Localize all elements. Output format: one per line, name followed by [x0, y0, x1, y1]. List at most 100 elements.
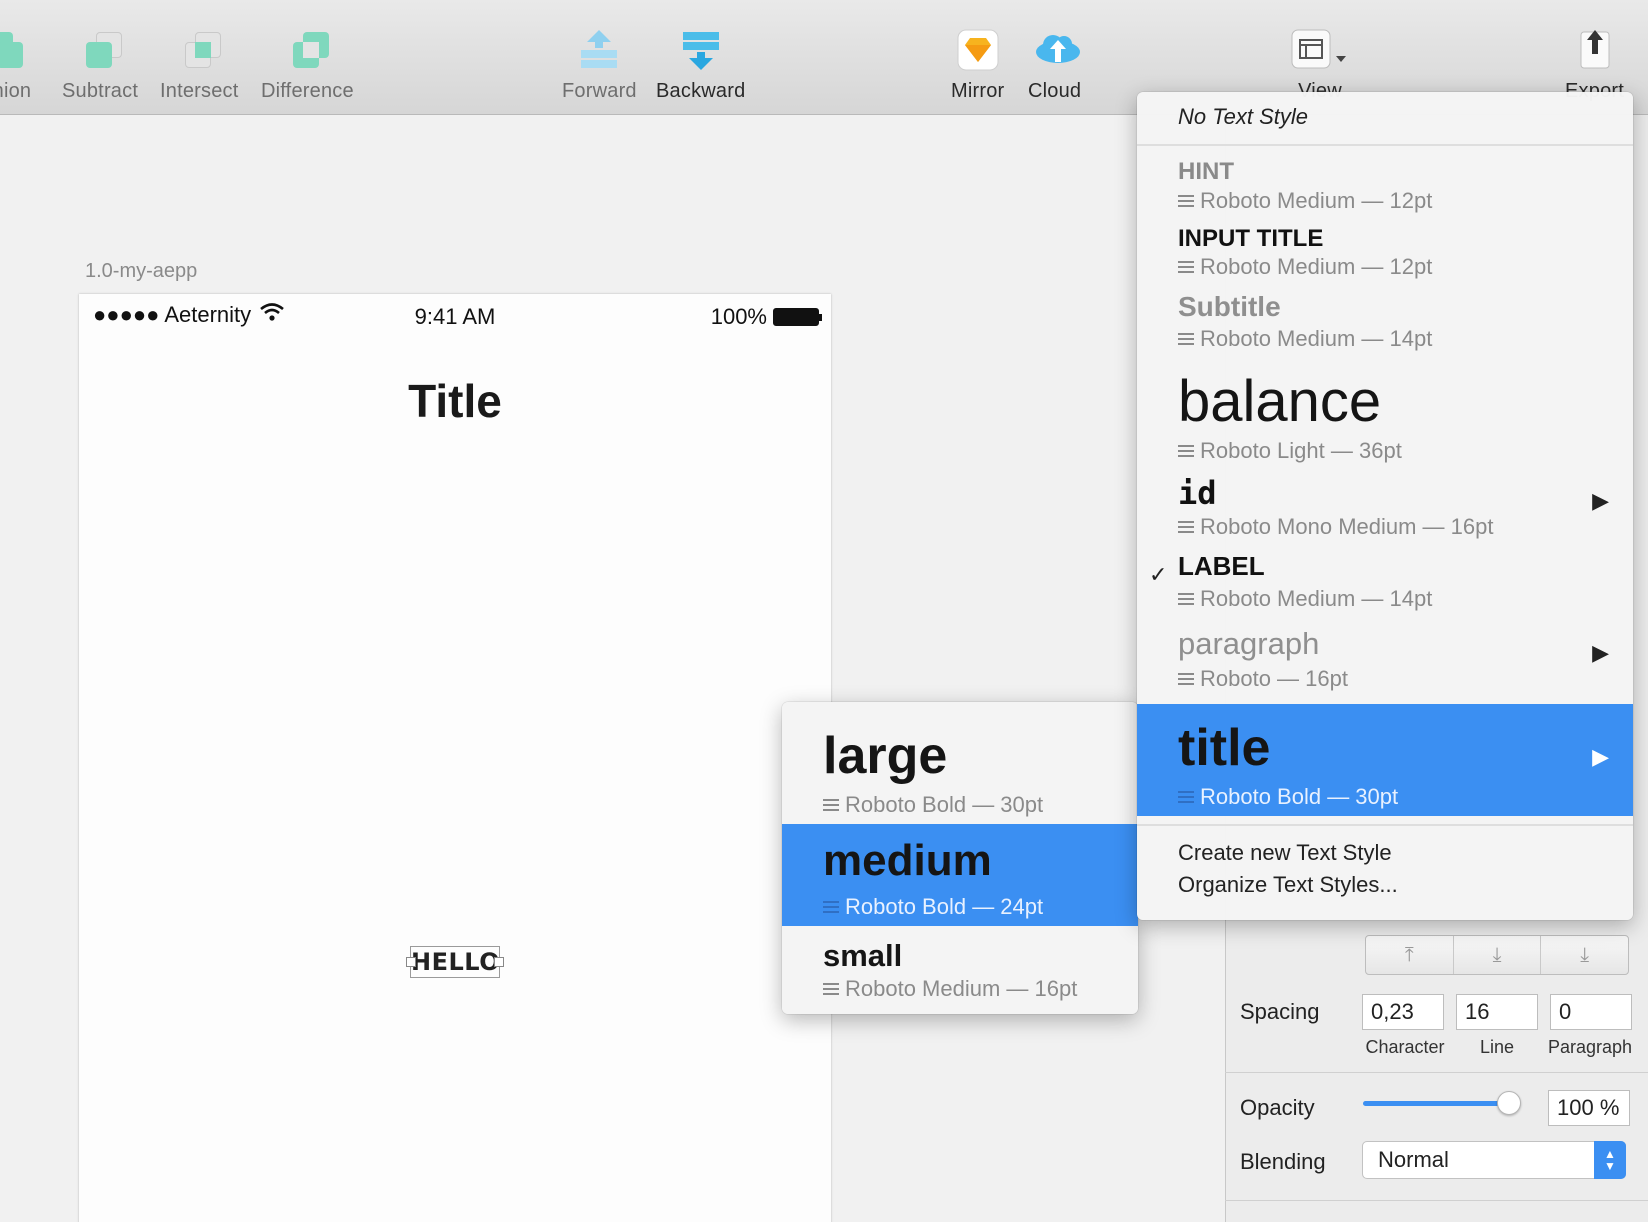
intersect-button[interactable]: Intersect — [160, 28, 239, 103]
align-middle-icon: ⤓ — [1492, 943, 1502, 966]
line-label: Line — [1479, 1037, 1515, 1057]
cloud-label: Cloud — [1028, 80, 1082, 102]
hello-text: HELLO — [411, 948, 501, 976]
menu-item-label: large — [823, 727, 948, 785]
subtract-label: Subtract — [62, 80, 139, 102]
title-style-submenu: large Roboto Bold — 30pt medium Roboto B… — [782, 702, 1138, 1014]
cloud-button[interactable]: Cloud — [1028, 28, 1081, 103]
difference-button[interactable]: Difference — [261, 28, 354, 103]
menu-item-organize-text-styles[interactable]: Organize Text Styles... — [1137, 870, 1633, 902]
menu-item-balance[interactable]: balance Roboto Light — 36pt — [1137, 360, 1633, 470]
align-top-icon: ⤒ — [1404, 943, 1414, 966]
menu-item-title[interactable]: title Roboto Bold — 30pt ▶ — [1137, 704, 1633, 816]
menu-item-meta: Roboto Bold — 30pt — [823, 792, 1043, 818]
submenu-item-small[interactable]: small Roboto Medium — 16pt — [782, 926, 1138, 1014]
subtract-icon — [78, 28, 123, 72]
cloud-icon — [1033, 28, 1080, 72]
text-style-menu: No Text Style HINT Roboto Medium — 12pt … — [1137, 92, 1633, 920]
menu-item-meta: Roboto Bold — 30pt — [1178, 784, 1398, 810]
difference-label: Difference — [261, 80, 354, 102]
export-button[interactable]: Export — [1565, 28, 1624, 102]
opacity-slider[interactable] — [1363, 1101, 1513, 1106]
battery-icon — [773, 308, 822, 326]
submenu-arrow-icon: ▶ — [1592, 640, 1609, 665]
menu-item-label: Create new Text Style — [1178, 840, 1392, 865]
menu-item-subtitle[interactable]: Subtitle Roboto Medium — 14pt — [1137, 288, 1633, 360]
menu-item-meta: Roboto Medium — 12pt — [1178, 188, 1432, 214]
artboard-title-text[interactable]: Title — [79, 374, 831, 428]
menu-item-label: balance — [1178, 369, 1382, 434]
difference-icon — [285, 28, 330, 72]
menu-item-label: Subtitle — [1178, 291, 1281, 322]
intersect-label: Intersect — [160, 80, 239, 102]
blending-select[interactable]: Normal ▲ ▼ — [1362, 1141, 1626, 1179]
line-spacing-field[interactable]: 16 — [1456, 994, 1538, 1030]
align-top-button[interactable]: ⤒ — [1366, 936, 1454, 974]
opacity-field[interactable]: 100 % — [1548, 1090, 1630, 1126]
artboard-name[interactable]: 1.0-my-aepp — [85, 260, 197, 283]
view-button[interactable]: View — [1290, 28, 1350, 102]
text-align-icon — [1178, 791, 1194, 803]
text-align-icon — [1178, 521, 1194, 533]
text-align-icon — [823, 901, 839, 913]
menu-item-create-text-style[interactable]: Create new Text Style — [1137, 838, 1633, 870]
menu-item-label: No Text Style — [1178, 104, 1309, 129]
backward-button[interactable]: Backward — [656, 28, 745, 103]
align-middle-button[interactable]: ⤓ — [1454, 936, 1542, 974]
opacity-label: Opacity — [1240, 1095, 1315, 1120]
menu-item-label: title — [1178, 719, 1271, 777]
paragraph-label: Paragraph — [1547, 1037, 1633, 1057]
submenu-arrow-icon: ▶ — [1592, 744, 1609, 769]
battery-percent: 100% — [710, 304, 767, 329]
character-spacing-field[interactable]: 0,23 — [1362, 994, 1444, 1030]
view-icon — [1290, 28, 1350, 72]
subtract-button[interactable]: Subtract — [62, 28, 138, 103]
menu-item-meta: Roboto — 16pt — [1178, 666, 1348, 692]
menu-item-label: Organize Text Styles... — [1178, 872, 1398, 897]
artboard[interactable]: ●●●●● Aeternity 9:41 AM 100% Title HELLO — [79, 294, 831, 1222]
menu-item-meta: Roboto Mono Medium — 16pt — [1178, 514, 1494, 540]
menu-item-meta: Roboto Medium — 12pt — [1178, 254, 1432, 280]
hello-text-layer[interactable]: HELLO — [406, 946, 504, 978]
menu-item-meta: Roboto Medium — 14pt — [1178, 326, 1432, 352]
divider — [1225, 1072, 1648, 1073]
battery-indicator: 100% — [710, 304, 822, 330]
text-align-icon — [823, 799, 839, 811]
resize-handle-left[interactable] — [406, 957, 416, 967]
blending-label: Blending — [1240, 1149, 1326, 1174]
menu-item-input-title[interactable]: INPUT TITLE Roboto Medium — 12pt — [1137, 222, 1633, 288]
resize-handle-right[interactable] — [494, 957, 504, 967]
menu-item-hint[interactable]: HINT Roboto Medium — 12pt — [1137, 156, 1633, 222]
submenu-arrow-icon: ▶ — [1592, 488, 1609, 513]
menu-item-label: HINT — [1178, 158, 1234, 185]
submenu-item-large[interactable]: large Roboto Bold — 30pt — [782, 702, 1138, 824]
menu-item-id[interactable]: id Roboto Mono Medium — 16pt ▶ — [1137, 470, 1633, 548]
intersect-icon — [177, 28, 222, 72]
forward-button[interactable]: Forward — [562, 28, 637, 103]
submenu-item-medium[interactable]: medium Roboto Bold — 24pt — [782, 824, 1138, 926]
vertical-align-group: ⤒ ⤓ ⤓ — [1365, 935, 1629, 975]
mirror-label: Mirror — [951, 80, 1005, 102]
menu-separator — [1137, 144, 1633, 146]
menu-item-label: medium — [823, 836, 992, 885]
divider — [1225, 1200, 1648, 1201]
align-bottom-button[interactable]: ⤓ — [1541, 936, 1628, 974]
menu-item-label-style[interactable]: ✓ LABEL Roboto Medium — 14pt — [1137, 548, 1633, 620]
text-align-icon — [1178, 593, 1194, 605]
paragraph-spacing-field[interactable]: 0 — [1550, 994, 1632, 1030]
mirror-button[interactable]: Mirror — [951, 28, 1004, 103]
opacity-slider-knob[interactable] — [1497, 1091, 1521, 1115]
menu-item-paragraph[interactable]: paragraph Roboto — 16pt ▶ — [1137, 620, 1633, 698]
menu-item-no-text-style[interactable]: No Text Style — [1137, 92, 1633, 142]
forward-icon — [577, 28, 621, 72]
align-bottom-icon: ⤓ — [1580, 943, 1590, 966]
union-button[interactable]: Union — [0, 28, 31, 103]
union-icon — [0, 28, 27, 72]
text-align-icon — [1178, 261, 1194, 273]
menu-separator — [1137, 824, 1633, 826]
union-label: Union — [0, 80, 32, 102]
menu-item-meta: Roboto Medium — 16pt — [823, 976, 1077, 1002]
text-align-icon — [1178, 333, 1194, 345]
menu-item-label: small — [823, 938, 903, 973]
menu-item-label: id — [1178, 474, 1217, 512]
